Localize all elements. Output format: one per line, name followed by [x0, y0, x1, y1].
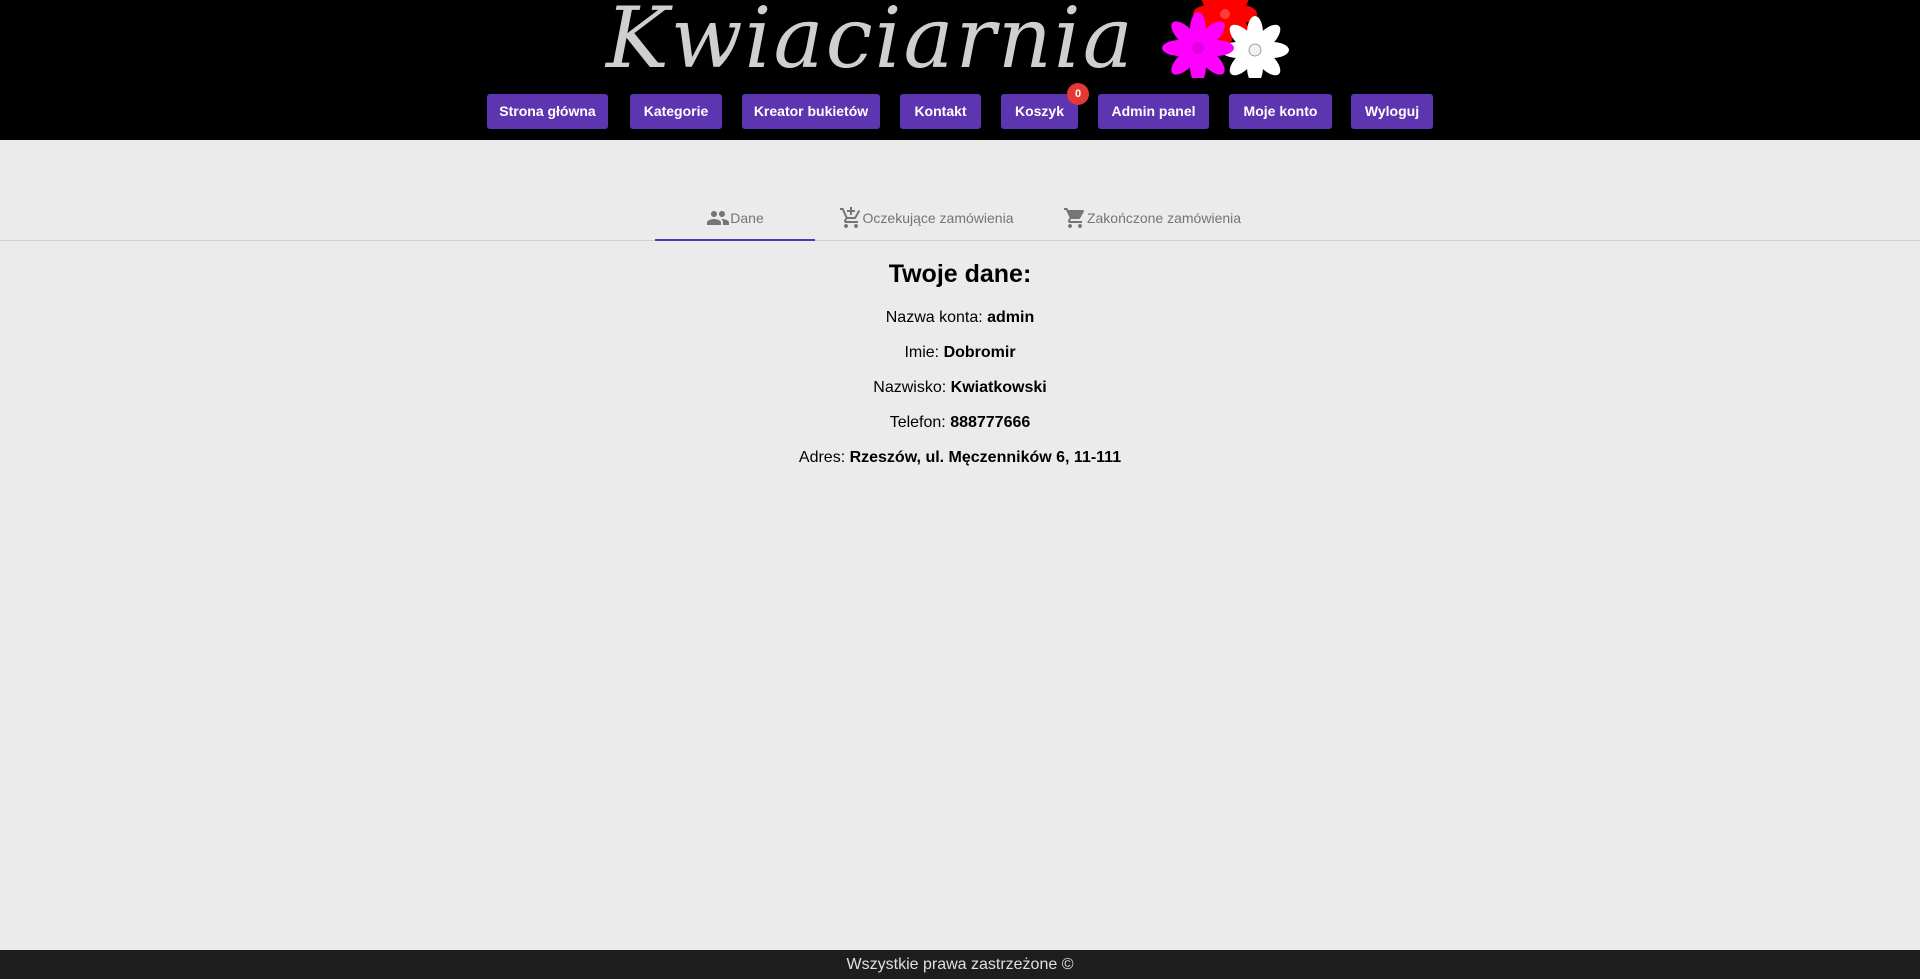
field-value: admin: [987, 309, 1035, 326]
main-nav: Strona główna Kategorie Kreator bukietów…: [0, 83, 1920, 130]
add-shopping-cart-icon: [839, 207, 860, 228]
profile-panel: Twoje dane: Nazwa konta: admin Imie: Dob…: [0, 258, 1920, 483]
nav-logout-button[interactable]: Wyloguj: [1351, 94, 1433, 129]
site-footer: Wszystkie prawa zastrzeżone ©: [0, 950, 1920, 979]
tab-completed-orders[interactable]: Zakończone zamówienia: [1060, 196, 1244, 240]
field-account-name: Nazwa konta: admin: [0, 308, 1920, 328]
cart-count-badge: 0: [1067, 83, 1089, 105]
nav-contact-button[interactable]: Kontakt: [900, 94, 981, 129]
field-label: Imie:: [904, 344, 944, 361]
field-value: Rzeszów, ul. Męczenników 6, 11-111: [849, 449, 1122, 466]
nav-home-button[interactable]: Strona główna: [487, 94, 608, 129]
field-label: Telefon:: [889, 414, 951, 431]
footer-copyright: Wszystkie prawa zastrzeżone ©: [846, 956, 1074, 973]
nav-my-account-button[interactable]: Moje konto: [1229, 94, 1332, 129]
nav-cart-button[interactable]: Koszyk: [1001, 94, 1078, 129]
field-phone: Telefon: 888777666: [0, 413, 1920, 433]
account-tabs: Dane Oczekujące zamówienia Zakończone za…: [0, 196, 1920, 241]
people-icon: [707, 210, 730, 225]
nav-bouquet-creator-button[interactable]: Kreator bukietów: [742, 94, 880, 129]
tab-data-label: Dane: [730, 209, 764, 226]
field-value: Kwiatkowski: [950, 379, 1047, 396]
field-value: Dobromir: [943, 344, 1016, 361]
shopping-cart-icon: [1063, 208, 1084, 228]
tab-pending-orders-label: Oczekujące zamówienia: [862, 210, 1014, 226]
tab-data[interactable]: Dane: [655, 196, 815, 241]
brand-title[interactable]: Kwiaciarnia: [606, 0, 1135, 80]
field-first-name: Imie: Dobromir: [0, 343, 1920, 363]
profile-title: Twoje dane:: [888, 260, 1032, 288]
tab-completed-orders-label: Zakończone zamówienia: [1086, 210, 1242, 226]
field-last-name: Nazwisko: Kwiatkowski: [0, 378, 1920, 398]
site-header: Kwiaciarnia Strona główna Kategorie Krea…: [0, 0, 1920, 140]
nav-categories-button[interactable]: Kategorie: [630, 94, 722, 129]
nav-admin-panel-button[interactable]: Admin panel: [1098, 94, 1209, 129]
field-label: Nazwa konta:: [885, 309, 988, 326]
field-label: Adres:: [798, 449, 850, 466]
flowers-logo-icon: [1150, 0, 1305, 80]
field-value: 888777666: [950, 414, 1031, 431]
tab-pending-orders[interactable]: Oczekujące zamówienia: [835, 196, 1017, 240]
field-label: Nazwisko:: [873, 379, 951, 396]
nav-cart-wrapper: Koszyk 0: [1001, 83, 1089, 129]
field-address: Adres: Rzeszów, ul. Męczenników 6, 11-11…: [0, 448, 1920, 468]
